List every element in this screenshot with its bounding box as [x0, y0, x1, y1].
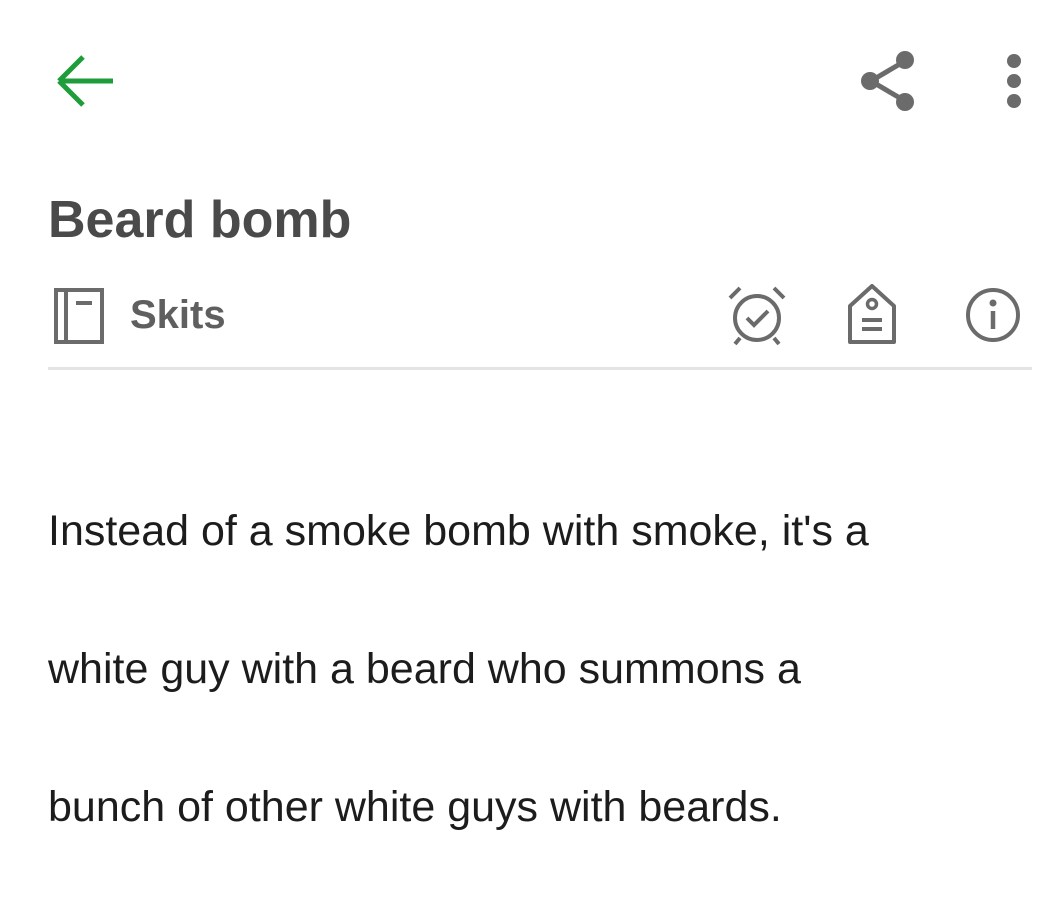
notebook-selector[interactable]: Skits — [48, 280, 226, 350]
alarm-clock-icon — [724, 282, 790, 348]
tag-icon — [844, 282, 900, 348]
note-title[interactable]: Beard bomb — [48, 188, 351, 252]
tag-button[interactable] — [840, 280, 904, 350]
arrow-left-icon — [53, 49, 117, 113]
notebook-icon — [48, 283, 108, 347]
note-body-line: white guy with a beard who summons a — [48, 645, 801, 693]
divider — [48, 367, 1032, 370]
share-button[interactable] — [852, 44, 926, 118]
notebook-label: Skits — [130, 293, 226, 337]
more-options-button[interactable] — [990, 48, 1038, 114]
note-body-line: bunch of other white guys with beards. — [48, 783, 782, 831]
info-button[interactable] — [958, 280, 1028, 350]
reminder-button[interactable] — [722, 280, 792, 350]
note-body-line: Instead of a smoke bomb with smoke, it's… — [48, 507, 869, 555]
info-icon — [963, 285, 1023, 345]
note-meta-row: Skits — [48, 280, 1032, 350]
note-body[interactable]: Instead of a smoke bomb with smoke, it's… — [48, 428, 1008, 911]
back-button[interactable] — [50, 46, 120, 116]
share-icon — [857, 49, 921, 113]
more-vertical-icon — [1002, 51, 1026, 111]
